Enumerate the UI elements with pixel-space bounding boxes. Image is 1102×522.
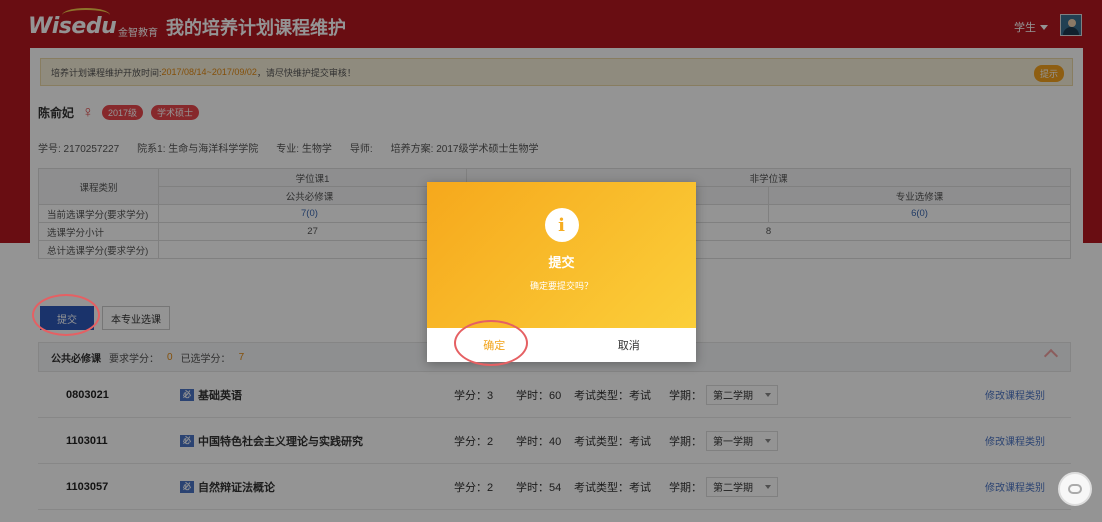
cancel-button[interactable]: 取消 [562,328,697,362]
dialog-title: 提交 [548,255,575,270]
chat-icon[interactable] [1058,472,1092,506]
dialog-message: 确定要提交吗？ [529,281,593,291]
info-icon: i [544,208,579,242]
dialog-header: i 提交 确定要提交吗？ [427,182,696,328]
highlight-circle-confirm [454,320,528,366]
highlight-circle-submit [32,294,100,336]
